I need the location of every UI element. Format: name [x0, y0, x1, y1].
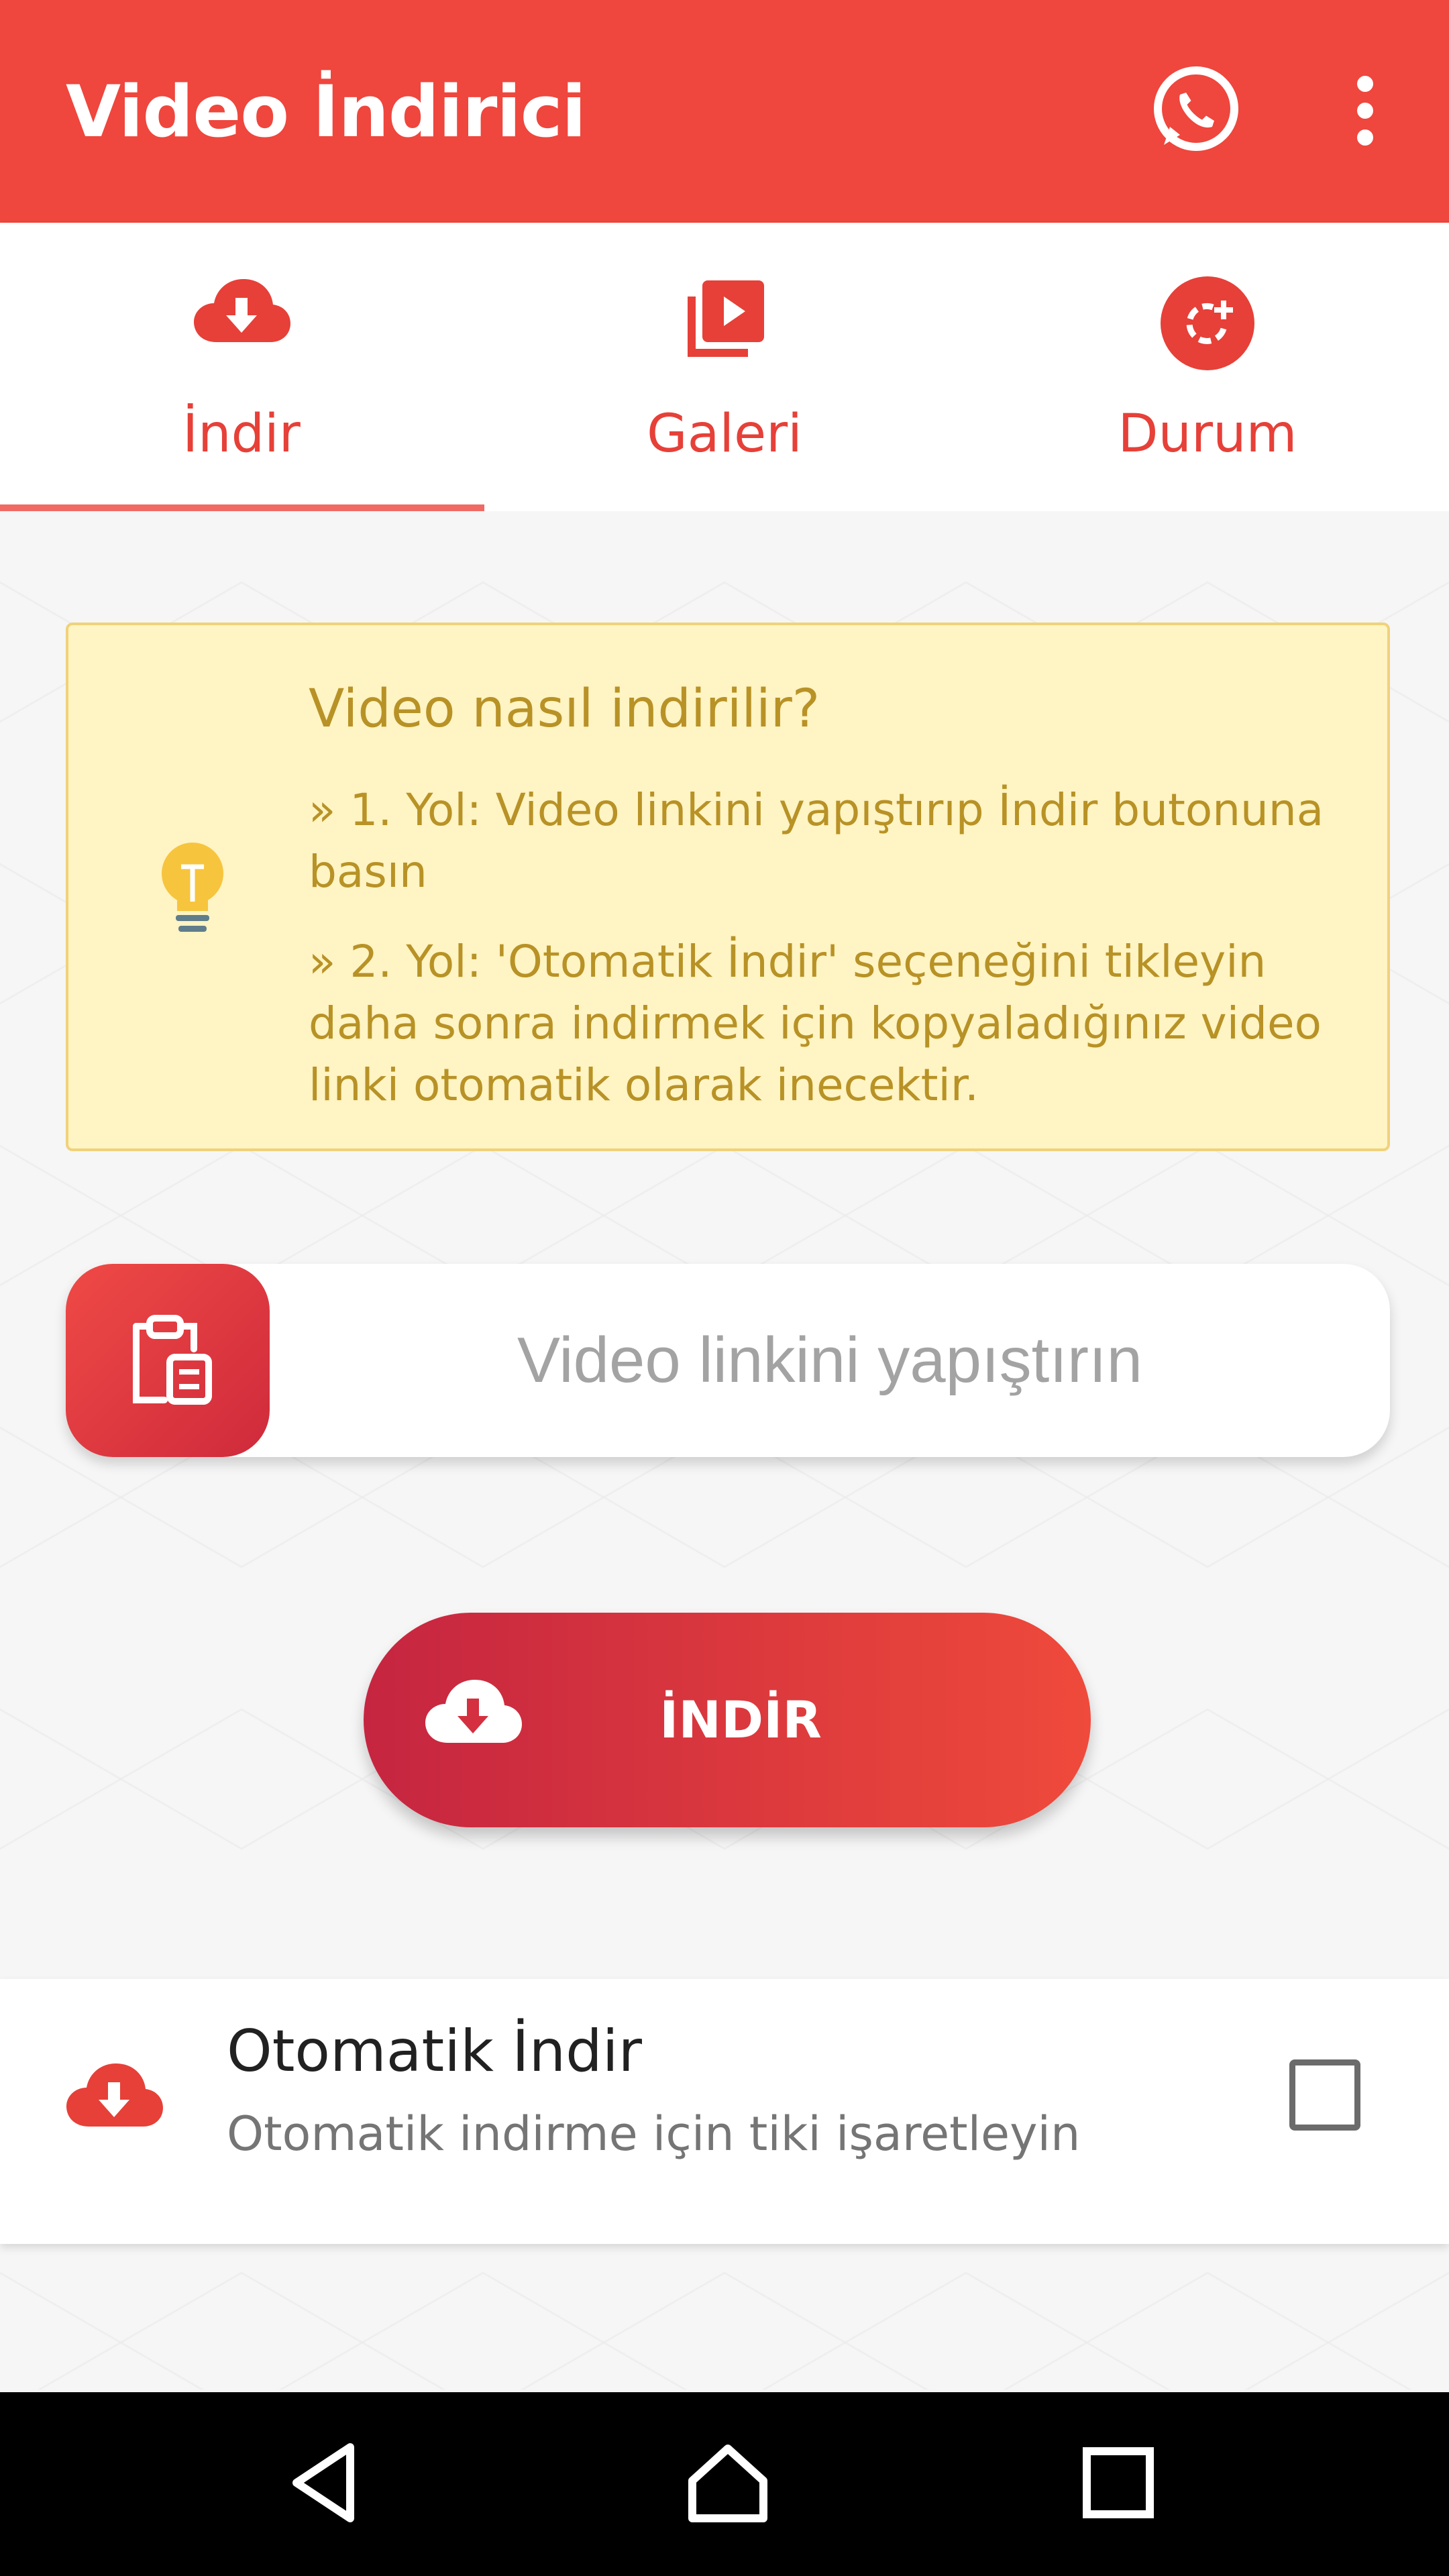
tab-durum[interactable]: Durum	[966, 223, 1449, 511]
auto-download-checkbox[interactable]	[1289, 2059, 1360, 2131]
info-card: Video nasıl indirilir? » 1. Yol: Video l…	[66, 623, 1390, 1151]
cloud-download-icon	[66, 2063, 163, 2127]
tab-label: Durum	[1118, 404, 1297, 464]
recents-icon[interactable]	[1068, 2432, 1169, 2533]
download-button-label: İNDİR	[659, 1690, 822, 1750]
info-line-2: » 2. Yol: 'Otomatik İndir' seçeneğini ti…	[309, 936, 1322, 1111]
video-link-input[interactable]	[270, 1264, 1390, 1457]
video-library-icon	[688, 280, 764, 357]
whatsapp-icon[interactable]	[1144, 60, 1244, 161]
app-bar: Video İndirici	[0, 0, 1449, 223]
info-text: Video nasıl indirilir? » 1. Yol: Video l…	[309, 679, 1368, 1144]
lightbulb-icon	[162, 843, 223, 932]
clipboard-icon	[133, 1315, 212, 1405]
more-vertical-icon[interactable]	[1342, 74, 1389, 148]
back-icon[interactable]	[276, 2432, 377, 2533]
auto-download-row[interactable]: Otomatik İndir Otomatik indirme için tik…	[0, 1979, 1449, 2244]
tab-indir[interactable]: İndir	[0, 223, 483, 511]
status-refresh-icon	[1161, 276, 1254, 370]
info-line-1: » 1. Yol: Video linkini yapıştırıp İndir…	[309, 784, 1324, 898]
auto-download-title: Otomatik İndir	[227, 2018, 642, 2085]
tab-galeri[interactable]: Galeri	[483, 223, 966, 511]
system-nav-bar	[0, 2392, 1449, 2576]
auto-download-subtitle: Otomatik indirme için tiki işaretleyin	[227, 2106, 1081, 2161]
tab-label: İndir	[182, 404, 301, 464]
app-title: Video İndirici	[66, 70, 586, 153]
home-icon[interactable]	[678, 2432, 778, 2533]
download-button[interactable]: İNDİR	[364, 1613, 1091, 1827]
paste-button[interactable]	[66, 1264, 270, 1457]
link-input-container	[66, 1264, 1390, 1457]
tab-bar: İndir Galeri Durum	[0, 223, 1449, 511]
tab-indicator	[0, 504, 484, 511]
cloud-download-icon	[194, 279, 290, 342]
tab-label: Galeri	[647, 404, 802, 464]
info-title: Video nasıl indirilir?	[309, 679, 820, 739]
